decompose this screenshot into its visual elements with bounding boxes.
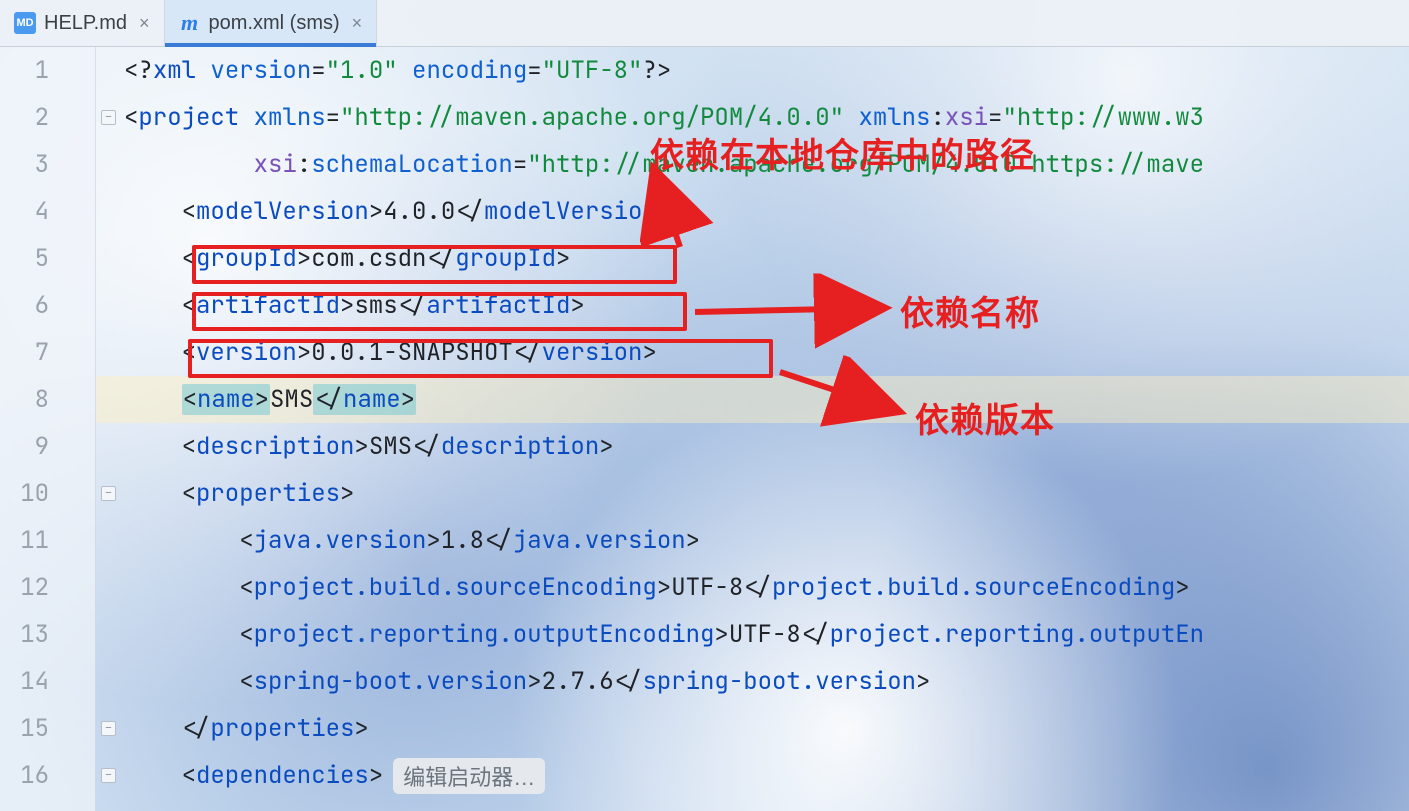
tab-help-md[interactable]: MD HELP.md × (0, 0, 165, 46)
code-area[interactable]: <?xml version="1.0" encoding="UTF-8"?> <… (96, 47, 1409, 811)
markdown-file-icon: MD (14, 12, 36, 34)
line-number: 14 (0, 658, 95, 705)
line-number: 11 (0, 517, 95, 564)
code-line[interactable]: <name>SMS</name> (96, 376, 1409, 423)
code-line[interactable]: 💡 <version>0.0.1-SNAPSHOT</version> (96, 329, 1409, 376)
line-number: 3 (0, 141, 95, 188)
tab-label: pom.xml (sms) (209, 12, 340, 35)
line-number-gutter: 1 2 3 4 5 6 7 8 9 10 11 12 13 14 15 16 (0, 47, 96, 811)
code-editor[interactable]: 1 2 3 4 5 6 7 8 9 10 11 12 13 14 15 16 <… (0, 47, 1409, 811)
tab-pom-xml[interactable]: m pom.xml (sms) × (165, 0, 378, 46)
code-line[interactable]: <spring-boot.version>2.7.6</spring-boot.… (96, 658, 1409, 705)
code-line[interactable]: <project xmlns="http://maven.apache.org/… (96, 94, 1409, 141)
code-line[interactable]: <properties> (96, 470, 1409, 517)
line-number: 1 (0, 47, 95, 94)
line-number: 9 (0, 423, 95, 470)
maven-file-icon: m (179, 12, 201, 34)
code-line[interactable]: <?xml version="1.0" encoding="UTF-8"?> (96, 47, 1409, 94)
line-number: 16 (0, 752, 95, 799)
line-number: 6 (0, 282, 95, 329)
code-line[interactable]: <project.reporting.outputEncoding>UTF-8<… (96, 611, 1409, 658)
code-line[interactable]: <project.build.sourceEncoding>UTF-8</pro… (96, 564, 1409, 611)
code-line[interactable]: <artifactId>sms</artifactId> (96, 282, 1409, 329)
line-number: 12 (0, 564, 95, 611)
line-number: 15 (0, 705, 95, 752)
line-number: 8 (0, 376, 95, 423)
code-line[interactable]: <java.version>1.8</java.version> (96, 517, 1409, 564)
code-line[interactable]: <dependencies>编辑启动器… (96, 752, 1409, 799)
inlay-hint-edit-starters[interactable]: 编辑启动器… (393, 758, 545, 794)
line-number: 10 (0, 470, 95, 517)
line-number: 13 (0, 611, 95, 658)
code-line[interactable]: xsi:schemaLocation="http://maven.apache.… (96, 141, 1409, 188)
code-line[interactable]: </properties> (96, 705, 1409, 752)
tab-bar: MD HELP.md × m pom.xml (sms) × (0, 0, 1409, 47)
line-number: 2 (0, 94, 95, 141)
line-number: 5 (0, 235, 95, 282)
line-number: 4 (0, 188, 95, 235)
code-line[interactable]: <groupId>com.csdn</groupId> (96, 235, 1409, 282)
tab-label: HELP.md (44, 12, 127, 35)
line-number: 7 (0, 329, 95, 376)
code-line[interactable]: <description>SMS</description> (96, 423, 1409, 470)
close-icon[interactable]: × (352, 13, 363, 34)
close-icon[interactable]: × (139, 13, 150, 34)
code-line[interactable]: <modelVersion>4.0.0</modelVersion> (96, 188, 1409, 235)
